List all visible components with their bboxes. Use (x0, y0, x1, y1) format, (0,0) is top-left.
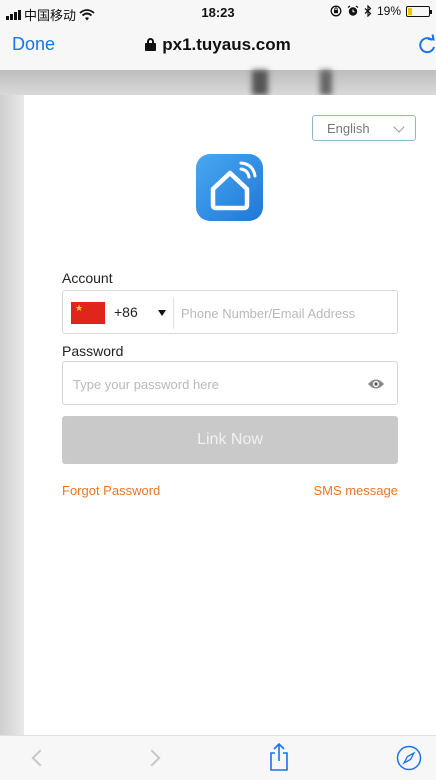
status-right: 19% (330, 4, 432, 18)
browser-toolbar (0, 735, 436, 780)
login-card: English Account ★ +86 Password Link Now … (24, 95, 436, 735)
battery-percent: 19% (376, 4, 401, 18)
forward-icon[interactable] (143, 749, 161, 767)
reload-icon[interactable] (418, 34, 436, 56)
lock-rotation-icon (330, 5, 342, 17)
url-display[interactable]: px1.tuyaus.com (0, 35, 436, 55)
lock-icon (145, 38, 157, 51)
china-flag-icon[interactable]: ★ (71, 302, 105, 324)
account-input[interactable] (181, 299, 391, 327)
status-bar: 中国移动 18:23 19% (0, 0, 436, 24)
sms-message-link[interactable]: SMS message (313, 483, 398, 498)
compass-icon[interactable] (396, 745, 422, 771)
link-now-button[interactable]: Link Now (62, 416, 398, 464)
account-field: ★ +86 (62, 290, 398, 334)
country-code[interactable]: +86 (114, 304, 138, 320)
chevron-down-icon (393, 121, 405, 133)
forgot-password-link[interactable]: Forgot Password (62, 483, 160, 498)
share-icon[interactable] (268, 742, 290, 772)
password-input[interactable] (73, 370, 353, 398)
browser-nav-bar: Done px1.tuyaus.com (0, 24, 436, 70)
home-wifi-icon (210, 161, 257, 211)
language-select[interactable]: English (312, 115, 416, 141)
eye-icon[interactable] (367, 376, 385, 392)
password-field (62, 361, 398, 405)
language-value: English (327, 121, 370, 136)
battery-icon (406, 5, 432, 17)
field-divider (173, 297, 174, 329)
app-logo-icon (196, 154, 263, 221)
bluetooth-icon (364, 5, 372, 17)
alarm-icon (347, 5, 359, 16)
url-text: px1.tuyaus.com (162, 35, 291, 54)
caret-down-icon[interactable] (158, 310, 166, 316)
back-icon[interactable] (31, 749, 49, 767)
battery-fill (408, 7, 412, 15)
password-label: Password (62, 343, 124, 359)
page-left-shade (0, 95, 24, 735)
account-label: Account (62, 270, 113, 286)
page-top-shade (0, 70, 436, 95)
